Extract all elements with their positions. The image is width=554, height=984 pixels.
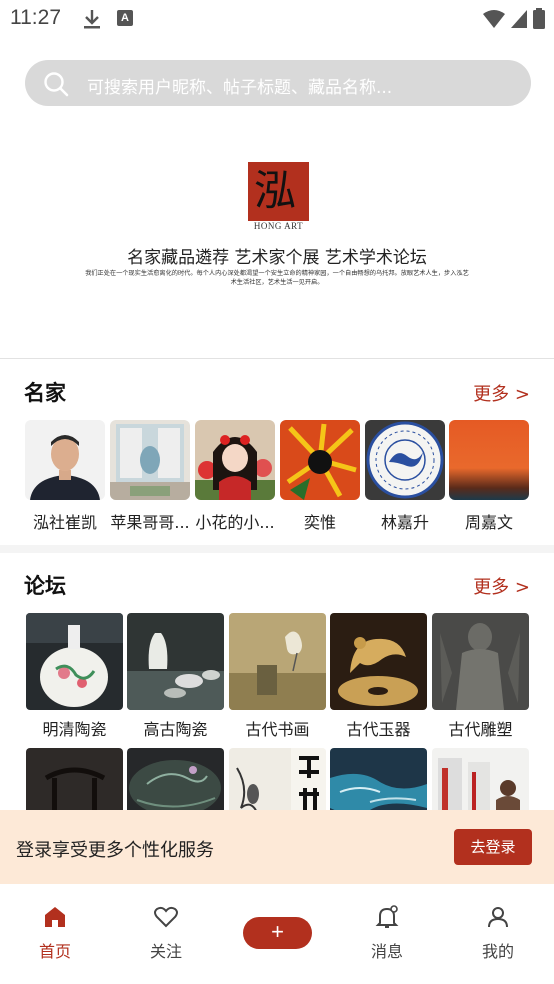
artist-name: 奕惟 [303,513,336,532]
forum-thumbnail [330,613,427,710]
bell-icon [375,905,399,928]
artists-section-title: 名家 [24,381,66,405]
search-input[interactable]: 可搜索用户昵称、帖子标题、藏品名称... [87,73,392,98]
status-time: 11:27 [10,6,61,29]
heart-icon [154,906,178,928]
artist-name: 泓社崔凯 [32,513,97,532]
tab-home-label: 首页 [38,942,71,961]
tab-follow-label: 关注 [149,942,182,961]
artist-avatar [280,420,360,500]
login-prompt-bar: 登录享受更多个性化服务 去登录 [0,810,554,884]
forum-thumbnail [229,613,326,710]
artists-more-link[interactable]: 更多 > [473,380,530,406]
tab-follow[interactable]: 关注 [126,904,206,962]
status-indicators [482,8,546,30]
status-bar: 11:27 A [0,0,554,38]
artist-name: 小花的小... [195,513,275,532]
artist-list: 泓社崔凯 苹果哥哥... 小花的小... 奕惟 林嘉升 周嘉文 [25,420,529,532]
divider [0,358,554,359]
artist-item[interactable]: 林嘉升 [365,420,445,533]
forum-category-name: 古代雕塑 [448,720,513,739]
notification-a-icon: A [117,10,133,26]
artist-avatar [110,420,190,500]
artist-name: 周嘉文 [464,513,513,532]
tab-mine-label: 我的 [481,942,514,961]
home-icon [45,907,65,927]
artist-item[interactable]: 小花的小... [195,420,275,533]
artist-avatar [25,420,105,500]
artist-item[interactable]: 周嘉文 [449,420,529,533]
forum-thumbnail [127,613,224,710]
forum-category[interactable]: 古代雕塑 [432,613,529,740]
section-separator [0,545,554,553]
artist-avatar [449,420,529,500]
search-bar[interactable]: 可搜索用户昵称、帖子标题、藏品名称... [25,60,531,106]
artist-item[interactable]: 苹果哥哥... [110,420,190,533]
download-icon [82,8,102,34]
logo-text: HONG ART [253,221,304,231]
hong-art-logo: 泓 HONG ART [248,162,309,232]
forum-category-name: 古代玉器 [346,720,411,739]
forum-category[interactable]: 古代玉器 [330,613,427,740]
artist-name: 林嘉升 [380,513,429,532]
forum-section-title: 论坛 [24,574,66,598]
banner[interactable]: 泓 HONG ART 名家藏品遴荐 艺术家个展 艺术学术论坛 我们正处在一个现实… [0,120,554,358]
tab-home[interactable]: 首页 [15,904,95,962]
forum-category-name: 古代书画 [245,720,310,739]
tab-messages[interactable]: 消息 [347,904,427,962]
bottom-tab-bar: 首页 关注 + 消息 我的 [0,884,554,984]
artist-avatar [195,420,275,500]
publish-plus-button[interactable]: + [243,917,312,949]
user-icon [488,907,508,928]
login-prompt-text: 登录享受更多个性化服务 [16,840,214,861]
forum-category[interactable]: 古代书画 [229,613,326,740]
forum-more-link[interactable]: 更多 > [473,573,530,599]
artist-name: 苹果哥哥... [110,513,190,532]
forum-category[interactable]: 高古陶瓷 [127,613,224,740]
wifi-icon [483,10,505,28]
search-icon [43,71,69,101]
login-button[interactable]: 去登录 [454,829,532,865]
battery-icon [533,8,545,29]
banner-headline: 名家藏品遴荐 艺术家个展 艺术学术论坛 [127,248,427,268]
tab-mine[interactable]: 我的 [458,904,538,962]
forum-category-name: 高古陶瓷 [143,720,208,739]
banner-description: 我们正处在一个现实生活愈离化的时代。每个人内心深处都渴望一个安生立命的精神家园，… [85,270,469,286]
forum-category-name: 明清陶瓷 [42,720,107,739]
forum-category[interactable]: 明清陶瓷 [26,613,123,740]
tab-messages-label: 消息 [370,942,403,961]
artist-item[interactable]: 奕惟 [280,420,360,533]
artist-avatar [365,420,445,500]
forum-thumbnail [432,613,529,710]
forum-thumbnail [26,613,123,710]
signal-icon [511,10,527,28]
artist-item[interactable]: 泓社崔凯 [25,420,105,533]
